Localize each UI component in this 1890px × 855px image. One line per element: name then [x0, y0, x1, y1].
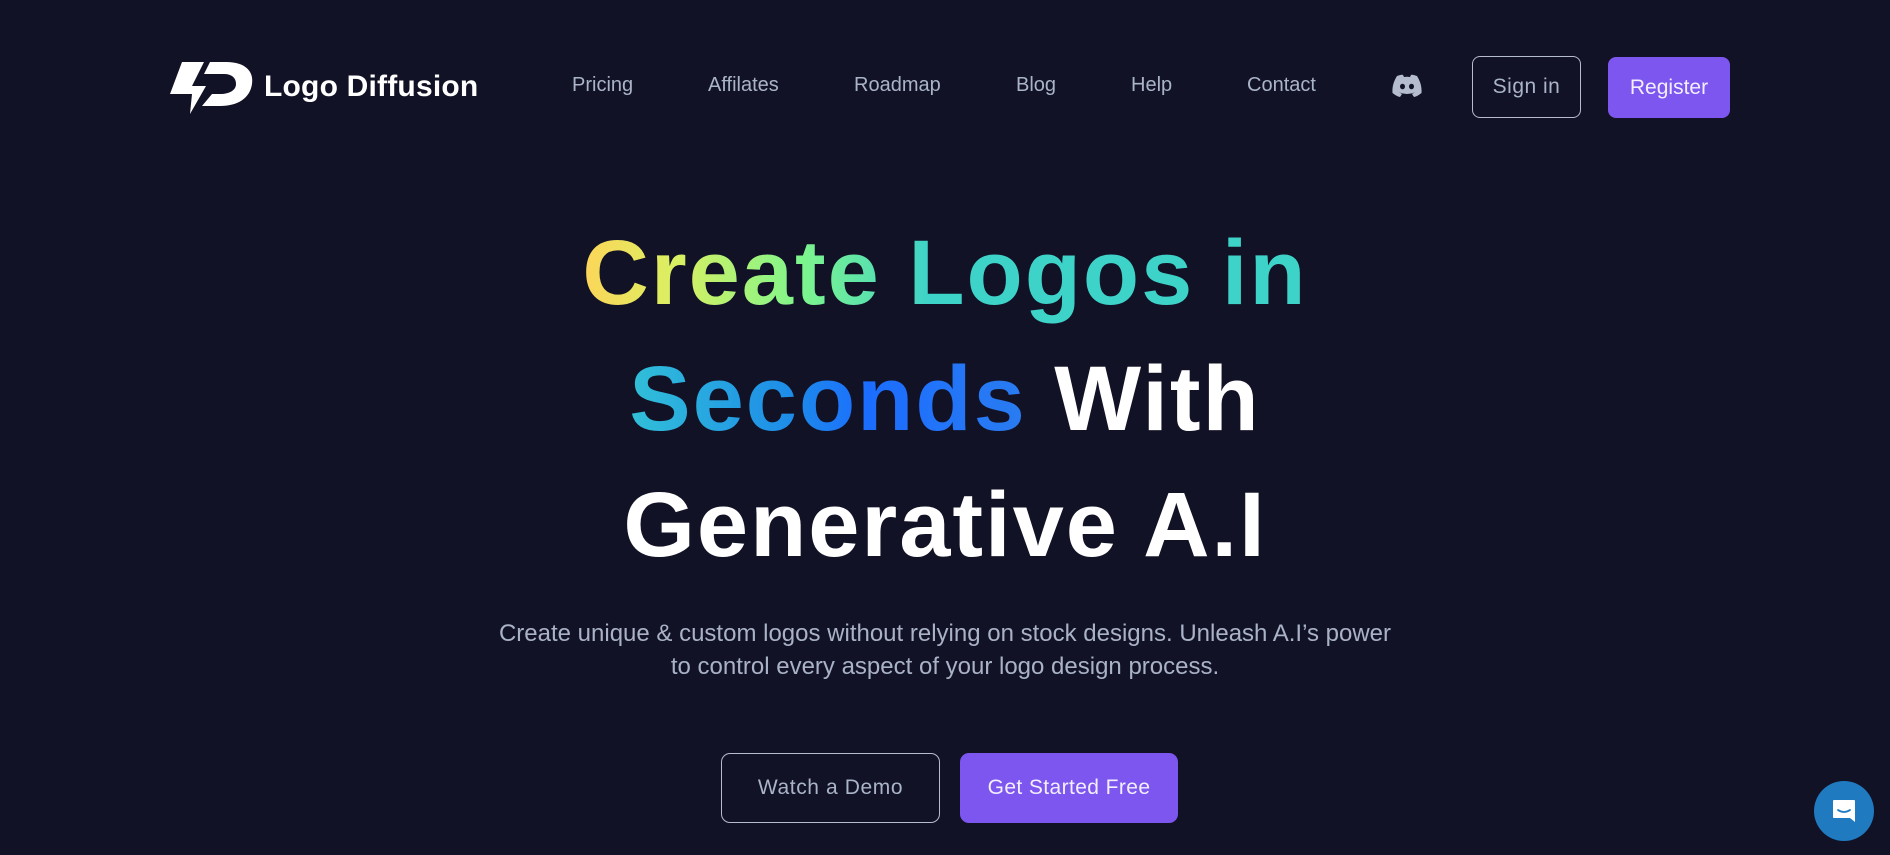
nav-roadmap[interactable]: Roadmap [854, 74, 941, 97]
nav-help[interactable]: Help [1131, 74, 1172, 97]
get-started-button[interactable]: Get Started Free [960, 753, 1178, 823]
hero-subtitle-line-1: Create unique & custom logos without rel… [498, 620, 1392, 647]
watch-demo-button[interactable]: Watch a Demo [721, 753, 940, 823]
register-button[interactable]: Register [1608, 57, 1730, 118]
hero-title-white-2: Generative A.I [623, 474, 1267, 576]
chat-launcher-button[interactable] [1814, 781, 1874, 841]
hero-subtitle: Create unique & custom logos without rel… [0, 617, 1890, 683]
top-navigation: Logo Diffusion Pricing Affilates Roadmap… [0, 0, 1890, 175]
logo-diffusion-icon [170, 62, 253, 114]
nav-affiliates[interactable]: Affilates [708, 74, 779, 97]
nav-blog[interactable]: Blog [1016, 74, 1056, 97]
brand-name: Logo Diffusion [264, 70, 479, 103]
hero-title-white-1: With [1054, 348, 1261, 450]
nav-contact[interactable]: Contact [1247, 74, 1316, 97]
nav-pricing[interactable]: Pricing [572, 74, 633, 97]
sign-in-button[interactable]: Sign in [1472, 56, 1581, 118]
discord-icon[interactable] [1391, 74, 1423, 98]
chat-icon [1833, 800, 1855, 822]
brand-logo[interactable]: Logo Diffusion [168, 58, 478, 116]
hero-title-gradient-2: Seconds [629, 348, 1027, 450]
hero-subtitle-line-2: to control every aspect of your logo des… [670, 653, 1220, 680]
hero-title: Create Logos in Seconds With Generative … [0, 210, 1890, 588]
hero-title-gradient-1: Create Logos in [582, 222, 1308, 324]
